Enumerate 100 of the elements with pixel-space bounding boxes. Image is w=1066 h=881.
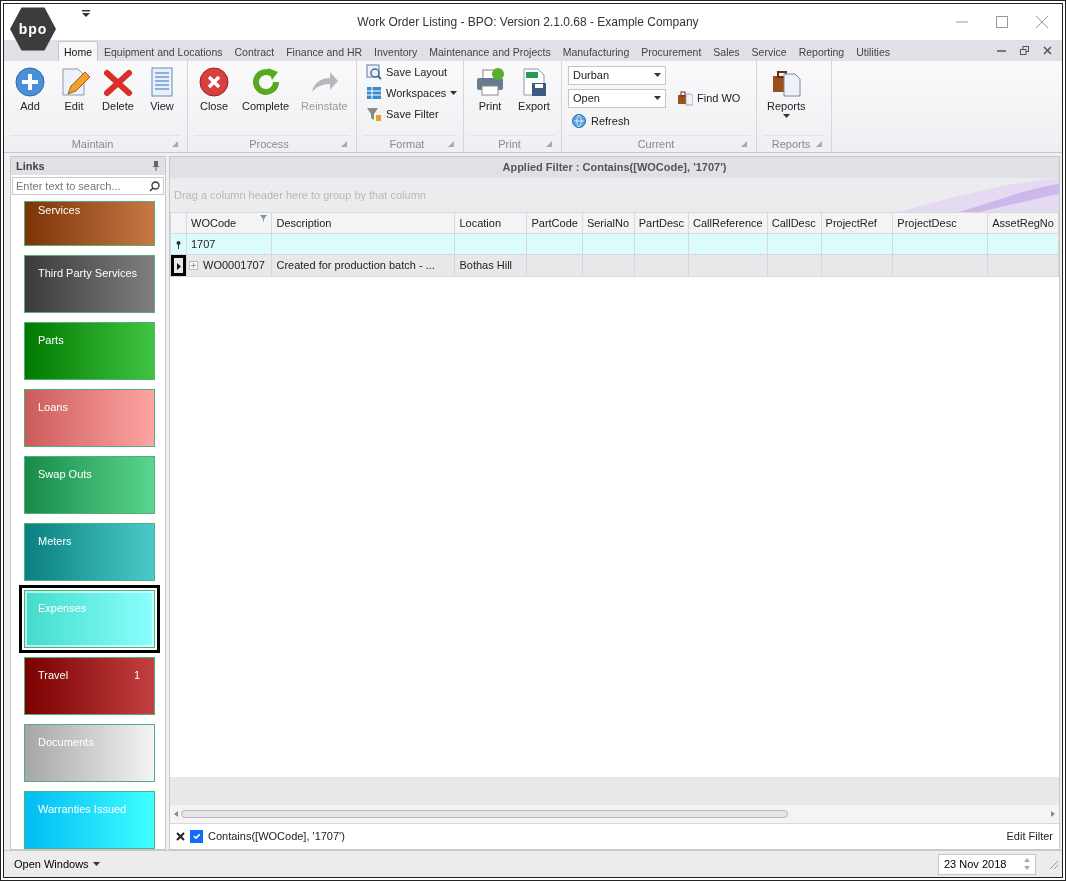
group-label: Process <box>248 136 290 152</box>
ribbon-tab[interactable]: Finance and HR <box>280 41 369 61</box>
window-title: Work Order Listing - BPO: Version 2.1.0.68 - Example Company <box>356 14 700 31</box>
maximize-icon[interactable] <box>996 16 1008 28</box>
printer-icon <box>474 66 506 98</box>
spinner-icon[interactable] <box>1024 857 1030 871</box>
column-header[interactable]: Location <box>454 212 527 234</box>
ribbon-button[interactable]: Edit <box>54 64 94 132</box>
dialog-launcher-icon[interactable] <box>741 141 747 147</box>
group-label: Maintain <box>70 136 115 152</box>
column-header[interactable]: CallDesc <box>767 212 822 234</box>
cell-text: WO0001707 <box>203 258 265 274</box>
caret-icon <box>654 73 661 77</box>
ribbon-tab[interactable]: Utilities <box>850 41 896 61</box>
globe-refresh-icon <box>571 113 587 129</box>
caret-icon <box>92 862 100 866</box>
restore-icon[interactable] <box>1020 46 1029 55</box>
link-tile[interactable]: Third Party Services <box>24 255 155 313</box>
ribbon-button[interactable]: Reports <box>763 64 810 132</box>
briefcase-icon <box>677 90 693 106</box>
open-windows-button[interactable]: Open Windows <box>12 853 102 875</box>
ribbon-button[interactable]: Workspaces <box>363 83 457 103</box>
link-tile[interactable]: Services <box>24 201 155 246</box>
ribbon-button[interactable]: View <box>142 64 182 132</box>
ribbon-tab[interactable]: Sales <box>707 41 746 61</box>
dropdown[interactable]: Durban <box>568 65 666 85</box>
ribbon-button[interactable]: Export <box>514 64 554 132</box>
ribbon-tab[interactable]: Maintenance and Projects <box>423 41 557 61</box>
filter-icon <box>260 215 268 222</box>
scrollbar-thumb[interactable] <box>181 810 788 818</box>
link-tile[interactable]: Swap Outs <box>24 456 155 514</box>
resize-grip-icon[interactable] <box>1048 859 1058 869</box>
date-box[interactable]: 23 Nov 2018 <box>938 853 1036 875</box>
caret-icon <box>654 96 661 100</box>
group-label: Format <box>388 136 426 152</box>
ribbon-button[interactable]: Print <box>470 64 510 132</box>
close-icon <box>198 66 230 98</box>
filter-text: Contains([WOCode], '1707') <box>208 829 345 845</box>
group-label: Current <box>636 136 676 152</box>
ribbon-button[interactable]: Delete <box>98 64 138 132</box>
column-header[interactable]: WOCode <box>186 212 272 234</box>
ribbon-tab[interactable]: Contract <box>228 41 281 61</box>
row-selector[interactable] <box>171 255 186 276</box>
ribbon-button[interactable]: Refresh <box>568 111 666 131</box>
search-icon <box>149 180 160 192</box>
ribbon-tab[interactable]: Equipment and Locations <box>98 41 229 61</box>
ribbon-button[interactable]: Add <box>10 64 50 132</box>
dialog-launcher-icon[interactable] <box>448 141 454 147</box>
date-field[interactable]: 23 Nov 2018 <box>944 855 1024 873</box>
group-label: Reports <box>770 136 812 152</box>
group-label: Print <box>497 136 522 152</box>
ribbon-button[interactable]: Save Layout <box>363 62 457 82</box>
column-header[interactable]: PartCode <box>526 212 583 234</box>
column-header[interactable]: PartDesc <box>634 212 689 234</box>
dialog-launcher-icon[interactable] <box>172 141 178 147</box>
ribbon-tab[interactable]: Inventory <box>368 41 424 61</box>
pin-icon[interactable] <box>152 161 160 171</box>
caret-icon <box>782 114 790 118</box>
ribbon-button[interactable]: Complete <box>238 64 294 132</box>
ribbon-tab[interactable]: Procurement <box>635 41 708 61</box>
column-header[interactable]: ProjectRef <box>821 212 893 234</box>
window-search-icon <box>366 64 382 80</box>
ribbon-tab[interactable]: Service <box>745 41 793 61</box>
scroll-left-icon[interactable] <box>174 811 178 817</box>
plus-icon <box>14 66 46 98</box>
row-indicator-icon <box>176 262 181 270</box>
column-header[interactable]: CallReference <box>688 212 768 234</box>
table-cell: Created for production batch - ... <box>271 254 455 277</box>
filter-row-icon <box>176 240 181 249</box>
dialog-launcher-icon[interactable] <box>341 141 347 147</box>
scroll-right-icon[interactable] <box>1051 811 1055 817</box>
panel-title: Links <box>16 158 45 174</box>
link-tile[interactable]: Travel 1 <box>24 657 155 715</box>
applied-filter-title: Applied Filter : Contains([WOCode], '1707') <box>502 160 727 176</box>
close-icon[interactable] <box>1036 16 1048 28</box>
funnel-icon <box>366 106 382 122</box>
caret-icon <box>450 91 458 95</box>
customize-menu-icon[interactable] <box>82 10 90 17</box>
clear-filter-icon[interactable] <box>176 832 185 841</box>
grid-icon <box>366 85 382 101</box>
dialog-launcher-icon[interactable] <box>546 141 552 147</box>
link-tile[interactable]: Meters <box>24 523 155 581</box>
column-header[interactable]: ProjectDesc <box>892 212 988 234</box>
column-header[interactable]: AssetRegNo <box>987 212 1059 234</box>
app-logo: bpo <box>10 6 56 52</box>
close-icon[interactable] <box>1043 46 1052 55</box>
column-header[interactable]: SerialNo <box>582 212 635 234</box>
dropdown[interactable]: Open <box>568 88 666 108</box>
ribbon-tab[interactable]: Home <box>58 41 98 61</box>
count-label: 1 <box>133 668 140 683</box>
ribbon-tab[interactable]: Reporting <box>792 41 851 61</box>
filter-checkbox[interactable] <box>190 830 203 843</box>
ribbon-button[interactable]: Find WO <box>674 88 744 108</box>
edit-filter-link[interactable]: Edit Filter <box>1006 828 1053 845</box>
ribbon-tab[interactable]: Manufacturing <box>556 41 636 61</box>
dialog-launcher-icon[interactable] <box>816 141 822 147</box>
column-header[interactable]: Description <box>271 212 455 234</box>
ribbon-button[interactable]: Save Filter <box>363 104 457 124</box>
ribbon-button[interactable]: Close <box>194 64 234 132</box>
link-tile[interactable]: Parts <box>24 322 155 380</box>
